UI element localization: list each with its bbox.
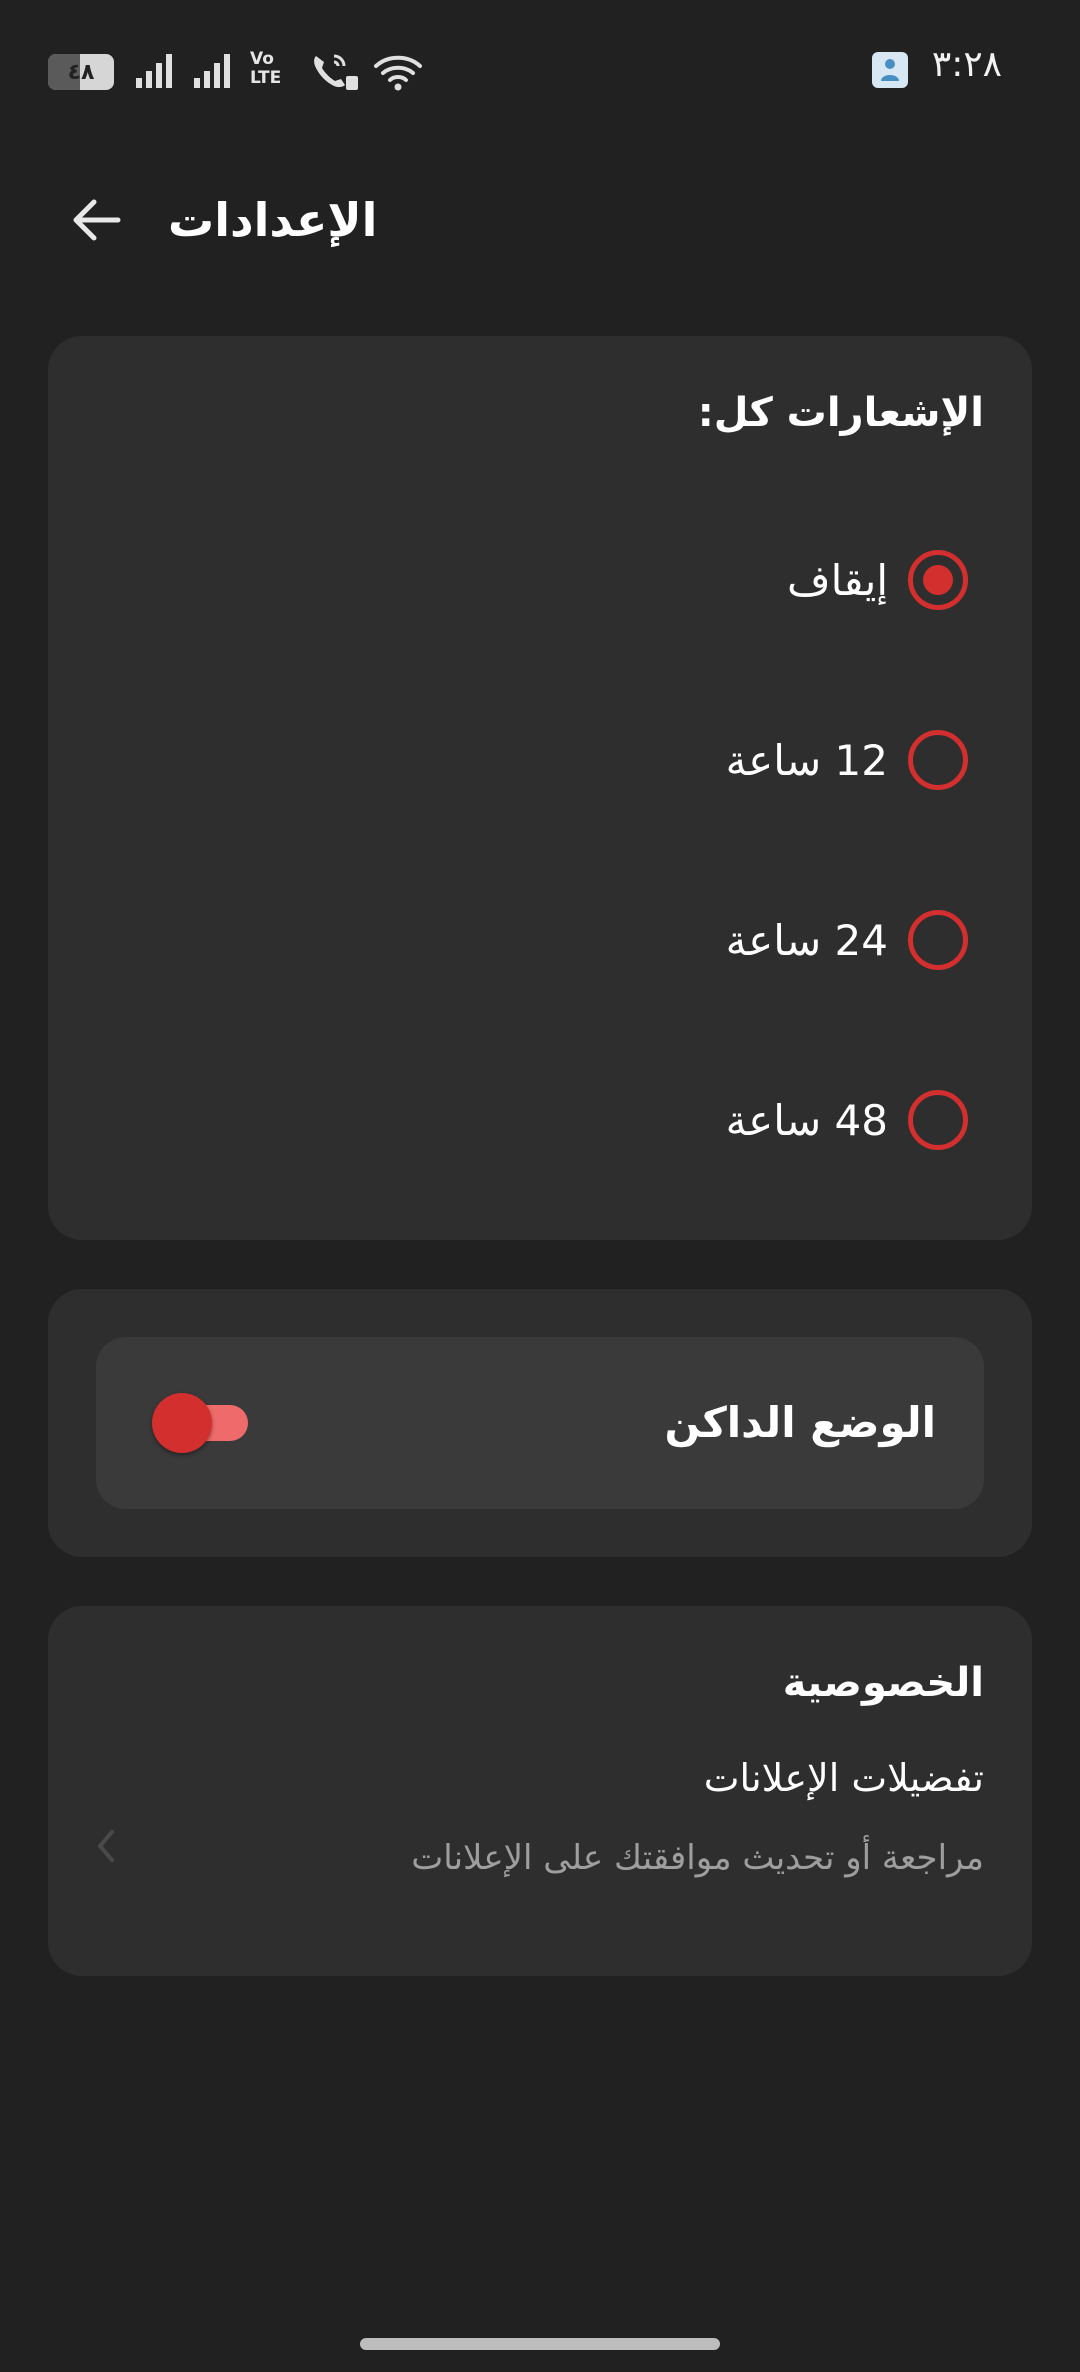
- radio-button[interactable]: [908, 730, 968, 790]
- app-bar: الإعدادات: [0, 150, 1080, 280]
- radio-button[interactable]: [908, 1090, 968, 1150]
- radio-option-24-hours[interactable]: 24 ساعة: [726, 900, 968, 980]
- dark-mode-card: الوضع الداكن: [48, 1289, 1032, 1557]
- radio-button[interactable]: [908, 550, 968, 610]
- chevron-left-icon: [98, 1830, 114, 1862]
- signal-icon: [136, 54, 172, 88]
- privacy-card: الخصوصية تفضيلات الإعلانات مراجعة أو تحد…: [48, 1606, 1032, 1976]
- dark-mode-row[interactable]: الوضع الداكن: [96, 1337, 984, 1509]
- signal-icon: [194, 54, 230, 88]
- wifi-icon: [374, 55, 422, 91]
- radio-option-off[interactable]: إيقاف: [787, 540, 968, 620]
- dark-mode-label: الوضع الداكن: [664, 1398, 936, 1447]
- notifications-card: الإشعارات كل: إيقاف 12 ساعة 24 ساعة 48 س…: [48, 336, 1032, 1240]
- radio-option-label: 12 ساعة: [725, 735, 888, 785]
- volte-icon: Vo LTE: [250, 50, 298, 92]
- home-indicator[interactable]: [360, 2338, 720, 2350]
- ad-preferences-subtitle: مراجعة أو تحديث موافقتك على الإعلانات: [411, 1838, 984, 1878]
- radio-option-12-hours[interactable]: 12 ساعة: [726, 720, 968, 800]
- privacy-section-title: الخصوصية: [782, 1660, 984, 1706]
- toggle-thumb: [152, 1393, 212, 1453]
- dark-mode-toggle[interactable]: [152, 1393, 252, 1453]
- back-button[interactable]: [56, 180, 136, 260]
- radio-option-label: 24 ساعة: [725, 915, 888, 965]
- radio-option-label: إيقاف: [787, 555, 888, 605]
- page-title: الإعدادات: [168, 193, 378, 247]
- ad-preferences-item[interactable]: تفضيلات الإعلانات مراجعة أو تحديث موافقت…: [48, 1756, 1032, 1936]
- volte-top-text: Vo: [250, 49, 274, 69]
- radio-option-48-hours[interactable]: 48 ساعة: [726, 1080, 968, 1160]
- radio-button[interactable]: [908, 910, 968, 970]
- ad-preferences-title: تفضيلات الإعلانات: [703, 1756, 984, 1800]
- battery-icon: ٤٨: [48, 54, 114, 90]
- battery-percent: ٤٨: [67, 59, 95, 85]
- status-bar: ٤٨ Vo LTE ٣:٢٨: [0, 0, 1080, 140]
- notification-app-icon: [872, 52, 908, 88]
- wifi-calling-icon: [314, 54, 358, 90]
- volte-bottom-text: LTE: [250, 68, 282, 88]
- radio-option-label: 48 ساعة: [725, 1095, 888, 1145]
- status-time: ٣:٢٨: [931, 44, 1002, 85]
- arrow-back-icon: [73, 199, 121, 241]
- notifications-section-title: الإشعارات كل:: [697, 390, 984, 436]
